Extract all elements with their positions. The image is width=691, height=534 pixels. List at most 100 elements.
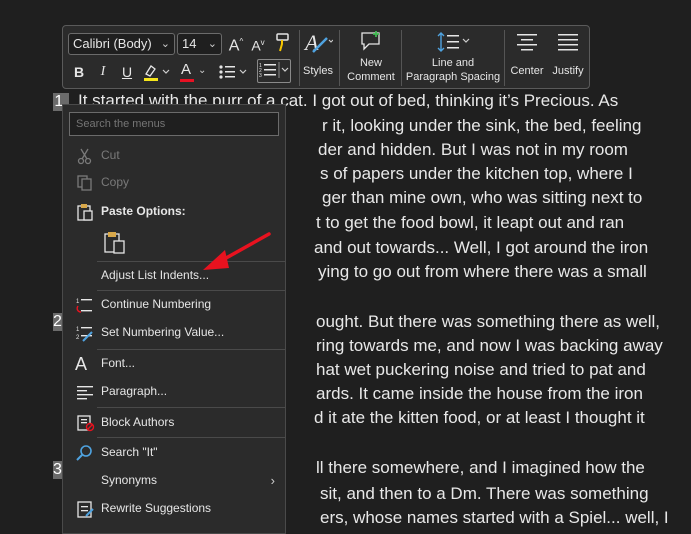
menu-item-rewrite-suggestions[interactable]: Rewrite Suggestions (63, 495, 285, 523)
document-line[interactable]: hat wet puckering noise and tried to pat… (316, 358, 646, 382)
document-line[interactable]: ers, whose names started with a Spiel...… (320, 506, 669, 530)
menu-item-label: Rewrite Suggestions (101, 501, 212, 515)
shrink-font-button[interactable]: Av (249, 33, 267, 56)
menu-divider (97, 407, 285, 408)
font-size-dropdown[interactable]: 14 ⌄ (177, 33, 222, 55)
toolbar-divider (504, 30, 505, 86)
chevron-down-icon: ⌄ (160, 38, 170, 50)
list-number-2: 2 (53, 313, 62, 331)
italic-button[interactable]: I (95, 62, 111, 82)
styles-icon: A (303, 30, 334, 55)
menu-item-label: Synonyms (101, 473, 158, 487)
annotation-arrow-icon (203, 232, 271, 270)
bold-button[interactable]: B (71, 62, 87, 82)
document-line[interactable]: d it ate the kitten food, or at least I … (314, 406, 645, 430)
menu-item-set-numbering-value[interactable]: 1 2 Set Numbering Value... (63, 319, 285, 347)
menu-item-block-authors[interactable]: Block Authors (63, 409, 285, 437)
justify-label: Justify (552, 65, 584, 77)
menu-item-label: Search "It" (101, 445, 158, 459)
menu-item-synonyms[interactable]: Synonyms › (63, 467, 285, 495)
svg-text:A: A (303, 30, 319, 55)
document-line[interactable]: t to get the food bowl, it leapt out and… (316, 211, 624, 235)
menu-item-search[interactable]: Search "It" (63, 439, 285, 467)
menu-item-paragraph[interactable]: Paragraph... (63, 378, 285, 406)
format-painter-button[interactable] (271, 32, 293, 57)
menu-search-input[interactable] (69, 112, 279, 136)
numbering-icon: 1 2 3 (259, 62, 289, 79)
toolbar-divider (299, 30, 300, 86)
justify-button[interactable]: Justify (549, 28, 587, 86)
search-icon (76, 445, 92, 461)
paragraph-icon (77, 386, 93, 400)
document-line[interactable]: and out towards... Well, I got around th… (314, 236, 648, 260)
svg-text:1: 1 (76, 299, 80, 305)
document-line[interactable]: ying to go out from where there was a sm… (318, 260, 647, 284)
menu-divider (97, 437, 285, 438)
line-spacing-icon (437, 32, 470, 52)
paste-keep-text-only-button[interactable] (103, 230, 127, 256)
new-comment-icon (361, 31, 380, 51)
center-label: Center (510, 65, 544, 77)
svg-text:2: 2 (76, 335, 80, 341)
line-spacing-button[interactable]: Line and Paragraph Spacing (405, 28, 501, 86)
menu-item-label: Paste Options: (101, 204, 186, 218)
new-comment-label-2: Comment (347, 71, 395, 83)
menu-item-copy[interactable]: Copy (63, 169, 285, 197)
menu-item-label: Block Authors (101, 415, 175, 429)
font-name-value: Calibri (Body) (73, 36, 152, 51)
bullets-icon (219, 65, 247, 79)
rewrite-suggestions-icon (77, 501, 94, 518)
font-name-dropdown[interactable]: Calibri (Body) ⌄ (68, 33, 175, 55)
grow-font-button[interactable]: A^ (227, 32, 245, 56)
menu-item-continue-numbering[interactable]: 1 Continue Numbering (63, 291, 285, 319)
font-icon: A (75, 354, 88, 374)
document-line[interactable]: ll there somewhere, and I imagined how t… (316, 456, 645, 480)
menu-item-cut[interactable]: Cut (63, 142, 285, 170)
menu-item-label: Font... (101, 356, 136, 370)
underline-button[interactable]: U (119, 62, 135, 82)
menu-item-paste-options: Paste Options: (63, 198, 285, 226)
chevron-down-icon: ⌄ (207, 38, 217, 50)
styles-label: Styles (303, 65, 333, 77)
mini-toolbar: Calibri (Body) ⌄ 14 ⌄ A^ Av B I U A ⌄ 1 … (62, 25, 590, 89)
font-size-value: 14 (182, 36, 197, 51)
menu-item-label: Cut (101, 148, 120, 162)
block-authors-icon (77, 415, 95, 432)
document-line[interactable]: ger than mine own, who was sitting next … (322, 186, 642, 210)
align-center-icon (517, 34, 537, 51)
line-spacing-label-1: Line and (431, 57, 475, 69)
shrink-font-icon: A (251, 37, 261, 54)
scissors-icon (77, 148, 92, 165)
document-line[interactable]: ought. But there was something there as … (316, 310, 660, 334)
paste-text-only-icon (104, 232, 125, 254)
align-justify-icon (558, 34, 578, 51)
document-line[interactable]: ring towards me, and now I was backing a… (316, 334, 663, 358)
toolbar-divider (401, 30, 402, 86)
new-comment-label-1: New (359, 57, 382, 69)
font-color-icon: A (181, 61, 192, 78)
svg-text:1: 1 (76, 327, 80, 333)
new-comment-button[interactable]: New Comment (343, 28, 399, 86)
continue-numbering-icon: 1 (76, 299, 92, 313)
styles-button[interactable]: A Styles (303, 28, 334, 86)
document-line[interactable]: ards. It came inside the house from the … (316, 382, 643, 406)
highlight-button[interactable] (141, 62, 171, 87)
menu-item-label: Adjust List Indents... (101, 268, 210, 282)
paste-icon (77, 204, 93, 221)
bullets-button[interactable] (217, 62, 249, 87)
document-line[interactable]: der and hidden. But I was not in my room (318, 138, 628, 162)
list-number-3: 3 (53, 461, 62, 479)
menu-item-label: Continue Numbering (101, 297, 212, 311)
format-painter-icon (276, 33, 289, 52)
document-line[interactable]: sit, and then to a Dm. There was somethi… (320, 482, 649, 506)
set-numbering-value-icon: 1 2 (76, 327, 93, 342)
numbering-button[interactable]: 1 2 3 (257, 59, 291, 83)
line-spacing-label-2: Paragraph Spacing (405, 71, 501, 83)
menu-item-font[interactable]: A Font... (63, 350, 285, 378)
document-line[interactable]: r it, looking under the sink, the bed, f… (322, 114, 641, 138)
center-align-button[interactable]: Center (507, 28, 547, 86)
chevron-right-icon: › (270, 473, 275, 488)
document-line[interactable]: s of papers under the kitchen top, where… (320, 162, 633, 186)
font-color-swatch (180, 79, 194, 82)
context-menu: Cut Copy Paste Options: Adjust List Inde… (62, 104, 286, 534)
